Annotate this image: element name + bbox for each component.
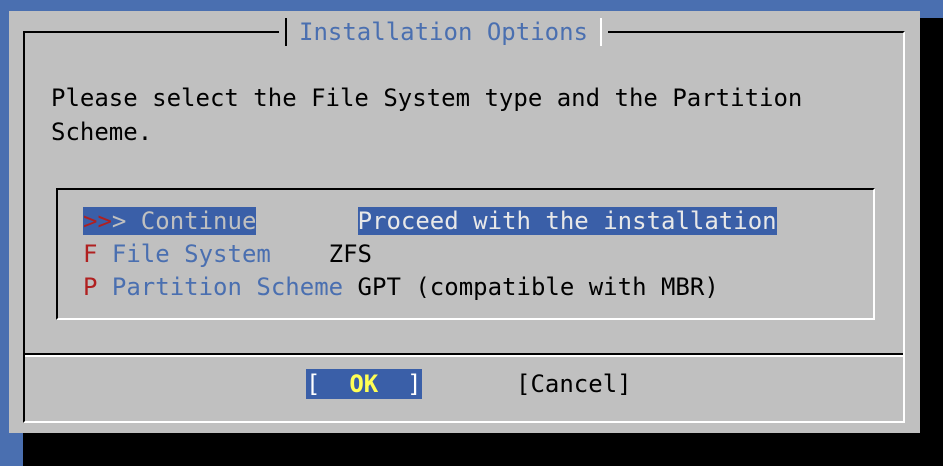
- menu-item-pad: [343, 273, 357, 301]
- menu-item-partition-scheme[interactable]: P Partition Scheme GPT (compatible with …: [83, 271, 719, 303]
- ok-bracket-close: ]: [378, 370, 422, 398]
- menu-item-hotkey: P: [83, 273, 98, 301]
- dialog-title-bar: Installation Options: [279, 17, 608, 47]
- dialog-shadow-bottom: [23, 432, 943, 466]
- menu-item-description: ZFS: [328, 240, 372, 268]
- backdrop-top: [0, 0, 943, 11]
- menu-item-label: Partition Scheme: [97, 273, 344, 301]
- cancel-button[interactable]: [Cancel]: [516, 369, 632, 399]
- menu-item-hotkey: F: [83, 240, 98, 268]
- button-separator-highlight: [25, 355, 903, 357]
- backdrop-bottom-left: [0, 433, 23, 466]
- dialog-title: Installation Options: [299, 18, 588, 46]
- menu-item-file-system[interactable]: F File System ZFS: [83, 238, 372, 270]
- menu-item-hotkey: >>: [83, 207, 112, 235]
- menu-item-description: Proceed with the installation: [357, 207, 777, 235]
- backdrop-left: [0, 0, 9, 466]
- menu-item-description: GPT (compatible with MBR): [357, 273, 719, 301]
- backdrop-top-right: [920, 0, 943, 18]
- installation-options-dialog: Installation Options Please select the F…: [9, 11, 920, 433]
- ok-button-label: OK: [349, 370, 379, 398]
- menu-item-continue[interactable]: >> > Continue Proceed with the installati…: [83, 205, 777, 237]
- ok-button[interactable]: [ OK ]: [306, 369, 422, 399]
- dialog-prompt: Please select the File System type and t…: [51, 84, 803, 146]
- ok-bracket-open: [: [306, 370, 350, 398]
- title-right-tick: [599, 18, 602, 46]
- menu-item-label: > Continue: [111, 207, 257, 235]
- dialog-shadow-right: [918, 18, 943, 466]
- menu-item-pad: [256, 207, 357, 235]
- menu-item-pad: [271, 240, 329, 268]
- menu-item-label: File System: [97, 240, 271, 268]
